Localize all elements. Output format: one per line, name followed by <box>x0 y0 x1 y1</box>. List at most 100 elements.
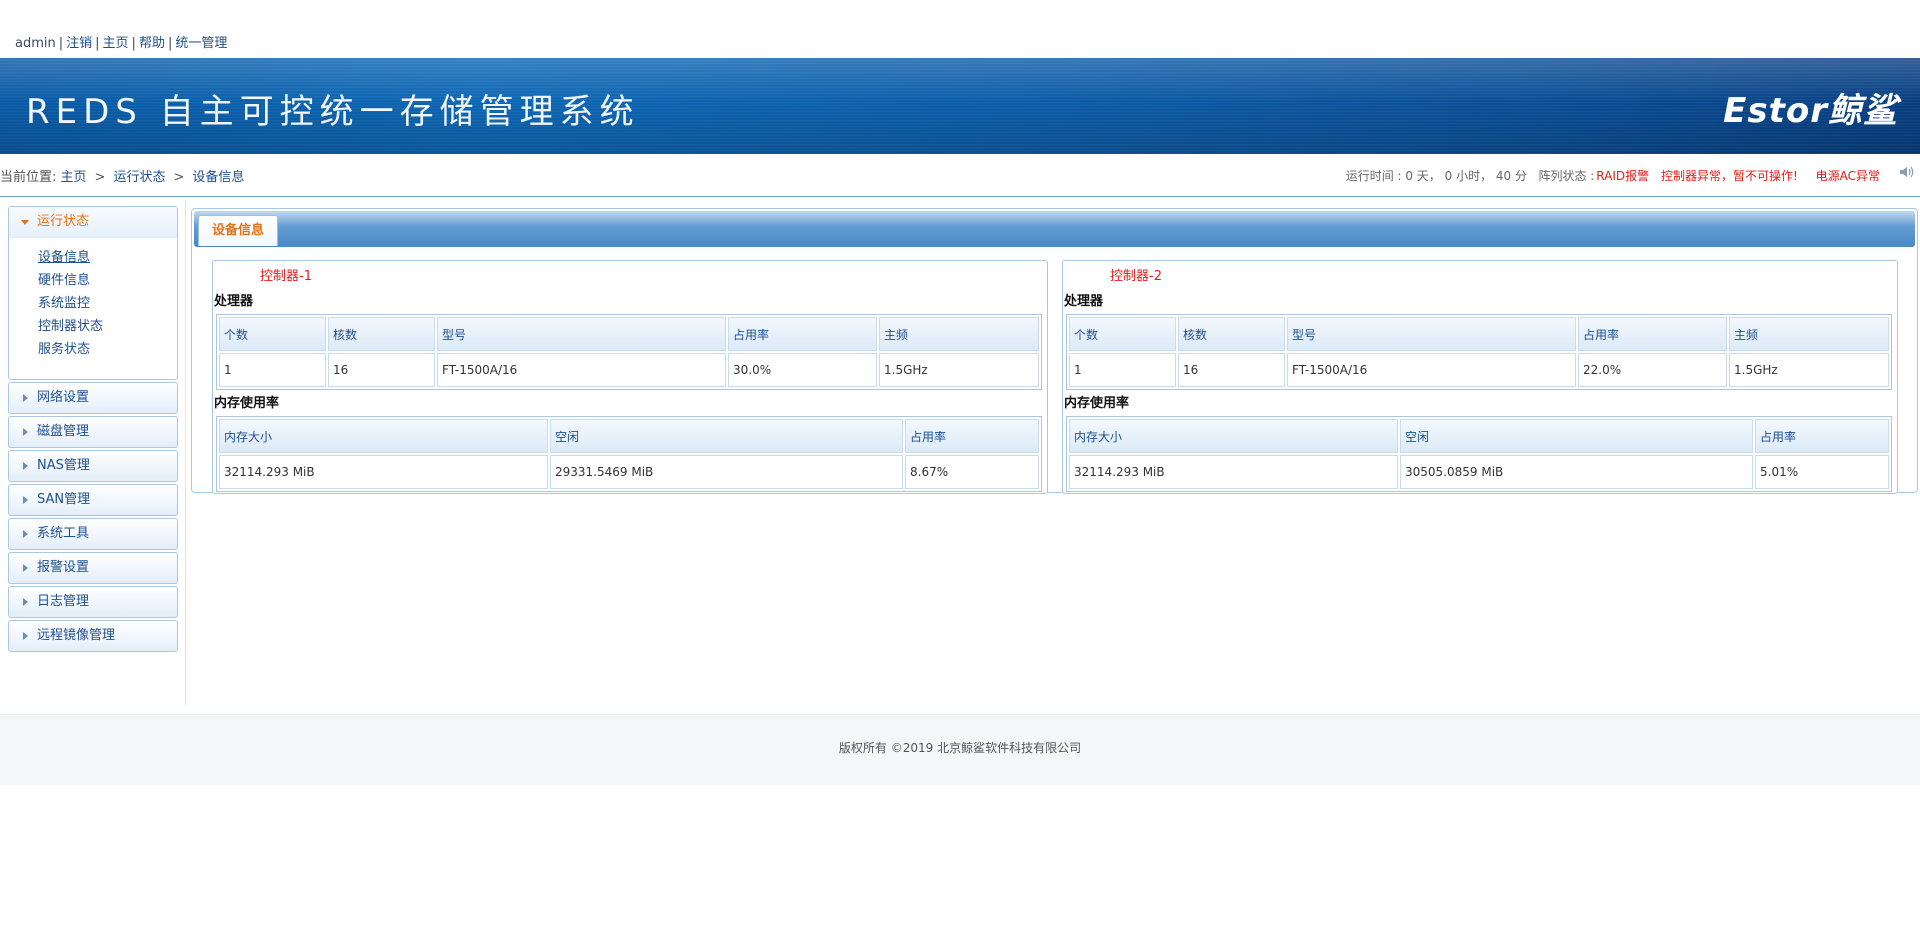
menu-run-status[interactable]: 运行状态 <box>9 207 177 238</box>
sidebar-divider <box>185 200 186 705</box>
caret-down-icon <box>21 220 29 225</box>
menu-label: 日志管理 <box>37 594 90 609</box>
column-header: 空闲 <box>550 419 903 453</box>
menu-label: 磁盘管理 <box>37 424 90 439</box>
menu-label: 远程镜像管理 <box>37 628 116 643</box>
sidebar: 运行状态 设备信息 硬件信息 系统监控 控制器状态 服务状态 网络设置 磁盘管理… <box>8 206 178 652</box>
table-row: 32114.293 MiB 30505.0859 MiB 5.01% <box>1069 455 1889 489</box>
cpu-count: 1 <box>219 353 326 387</box>
cpu-frequency: 1.5GHz <box>879 353 1039 387</box>
breadcrumb-device-info[interactable]: 设备信息 <box>192 170 244 185</box>
unified-management-link[interactable]: 统一管理 <box>175 36 227 51</box>
cpu-model: FT-1500A/16 <box>437 353 726 387</box>
memory-section-title: 内存使用率 <box>1064 396 1130 411</box>
menu-san-management[interactable]: SAN管理 <box>8 484 178 516</box>
home-link[interactable]: 主页 <box>103 36 129 51</box>
submenu: 设备信息 硬件信息 系统监控 控制器状态 服务状态 <box>9 238 177 361</box>
memory-free: 30505.0859 MiB <box>1400 455 1753 489</box>
cpu-section-title: 处理器 <box>1064 294 1104 309</box>
breadcrumb-run-status[interactable]: 运行状态 <box>113 170 165 185</box>
column-header: 内存大小 <box>219 419 548 453</box>
table-row: 32114.293 MiB 29331.5469 MiB 8.67% <box>219 455 1039 489</box>
cpu-count: 1 <box>1069 353 1176 387</box>
brand-logo: Estor鲸鲨 <box>1723 91 1898 131</box>
submenu-service-status[interactable]: 服务状态 <box>38 338 177 361</box>
logout-link[interactable]: 注销 <box>66 36 92 51</box>
table-header-row: 内存大小 空闲 占用率 <box>1069 419 1889 453</box>
menu-group-run-status: 运行状态 设备信息 硬件信息 系统监控 控制器状态 服务状态 <box>8 206 178 380</box>
menu-remote-mirror[interactable]: 远程镜像管理 <box>8 620 178 652</box>
controller-card: 控制器-2 处理器 个数 核数 型号 占用率 主频 1 16 FT-1500A/… <box>1062 260 1898 494</box>
panel-header <box>194 211 1915 247</box>
menu-label: SAN管理 <box>37 492 91 507</box>
menu-run-status-label: 运行状态 <box>37 214 90 229</box>
submenu-hardware-info[interactable]: 硬件信息 <box>38 269 177 292</box>
top-links: admin | 注销 | 主页 | 帮助 | 统一管理 <box>15 36 228 51</box>
memory-size: 32114.293 MiB <box>1069 455 1398 489</box>
column-header: 个数 <box>1069 317 1176 351</box>
power-alarm[interactable]: 电源AC异常 <box>1816 169 1880 183</box>
memory-table: 内存大小 空闲 占用率 32114.293 MiB 30505.0859 MiB… <box>1066 416 1892 492</box>
menu-log-management[interactable]: 日志管理 <box>8 586 178 618</box>
column-header: 占用率 <box>1755 419 1889 453</box>
caret-right-icon <box>23 462 28 470</box>
menu-label: NAS管理 <box>37 458 90 473</box>
table-header-row: 内存大小 空闲 占用率 <box>219 419 1039 453</box>
app-title: REDS 自主可控统一存储管理系统 <box>26 92 640 132</box>
controller-alarm[interactable]: 控制器异常，暂不可操作! <box>1661 169 1798 183</box>
column-header: 占用率 <box>728 317 877 351</box>
runtime-text: 运行时间 : 0 天， 0 小时， 40 分 <box>1345 169 1527 183</box>
column-header: 核数 <box>1178 317 1285 351</box>
device-info-panel: 设备信息 控制器-1 处理器 个数 核数 型号 占用率 主频 1 16 FT-1… <box>191 208 1918 494</box>
table-row: 1 16 FT-1500A/16 30.0% 1.5GHz <box>219 353 1039 387</box>
menu-network-settings[interactable]: 网络设置 <box>8 382 178 414</box>
table-row: 1 16 FT-1500A/16 22.0% 1.5GHz <box>1069 353 1889 387</box>
caret-right-icon <box>23 496 28 504</box>
memory-size: 32114.293 MiB <box>219 455 548 489</box>
menu-system-tools[interactable]: 系统工具 <box>8 518 178 550</box>
breadcrumb-home[interactable]: 主页 <box>61 170 87 185</box>
caret-right-icon <box>23 428 28 436</box>
caret-right-icon <box>23 394 28 402</box>
column-header: 占用率 <box>1578 317 1727 351</box>
cpu-section-title: 处理器 <box>214 294 254 309</box>
caret-right-icon <box>23 564 28 572</box>
cpu-table: 个数 核数 型号 占用率 主频 1 16 FT-1500A/16 22.0% 1… <box>1066 314 1892 390</box>
controller-title: 控制器-1 <box>260 269 312 284</box>
speaker-icon[interactable] <box>1898 164 1914 180</box>
column-header: 内存大小 <box>1069 419 1398 453</box>
cpu-model: FT-1500A/16 <box>1287 353 1576 387</box>
column-header: 占用率 <box>905 419 1039 453</box>
status-bar: 当前位置: 主页 > 运行状态 > 设备信息 运行时间 : 0 天， 0 小时， 40 … <box>0 154 1920 197</box>
cpu-usage: 30.0% <box>728 353 877 387</box>
controller-title: 控制器-2 <box>1110 269 1162 284</box>
menu-label: 报警设置 <box>37 560 90 575</box>
menu-alarm-settings[interactable]: 报警设置 <box>8 552 178 584</box>
memory-free: 29331.5469 MiB <box>550 455 903 489</box>
tab-device-info[interactable]: 设备信息 <box>198 215 278 246</box>
breadcrumb: 当前位置: 主页 > 运行状态 > 设备信息 <box>0 170 245 185</box>
memory-section-title: 内存使用率 <box>214 396 280 411</box>
column-header: 核数 <box>328 317 435 351</box>
cpu-cores: 16 <box>1178 353 1285 387</box>
breadcrumb-prefix: 当前位置: <box>0 170 57 185</box>
raid-alarm[interactable]: RAID报警 <box>1596 169 1649 183</box>
column-header: 个数 <box>219 317 326 351</box>
username: admin <box>15 36 56 51</box>
help-link[interactable]: 帮助 <box>139 36 165 51</box>
run-info: 运行时间 : 0 天， 0 小时， 40 分 阵列状态 : RAID报警 控制器异… <box>1346 167 1880 184</box>
header-banner: REDS 自主可控统一存储管理系统 Estor鲸鲨 <box>0 58 1920 154</box>
column-header: 型号 <box>437 317 726 351</box>
cpu-cores: 16 <box>328 353 435 387</box>
submenu-controller-status[interactable]: 控制器状态 <box>38 315 177 338</box>
cpu-usage: 22.0% <box>1578 353 1727 387</box>
menu-nas-management[interactable]: NAS管理 <box>8 450 178 482</box>
menu-disk-management[interactable]: 磁盘管理 <box>8 416 178 448</box>
column-header: 主频 <box>879 317 1039 351</box>
memory-table: 内存大小 空闲 占用率 32114.293 MiB 29331.5469 MiB… <box>216 416 1042 492</box>
cpu-table: 个数 核数 型号 占用率 主频 1 16 FT-1500A/16 30.0% 1… <box>216 314 1042 390</box>
array-status-label: 阵列状态 : <box>1538 169 1595 183</box>
submenu-device-info[interactable]: 设备信息 <box>38 246 177 269</box>
memory-usage: 5.01% <box>1755 455 1889 489</box>
submenu-system-monitor[interactable]: 系统监控 <box>38 292 177 315</box>
